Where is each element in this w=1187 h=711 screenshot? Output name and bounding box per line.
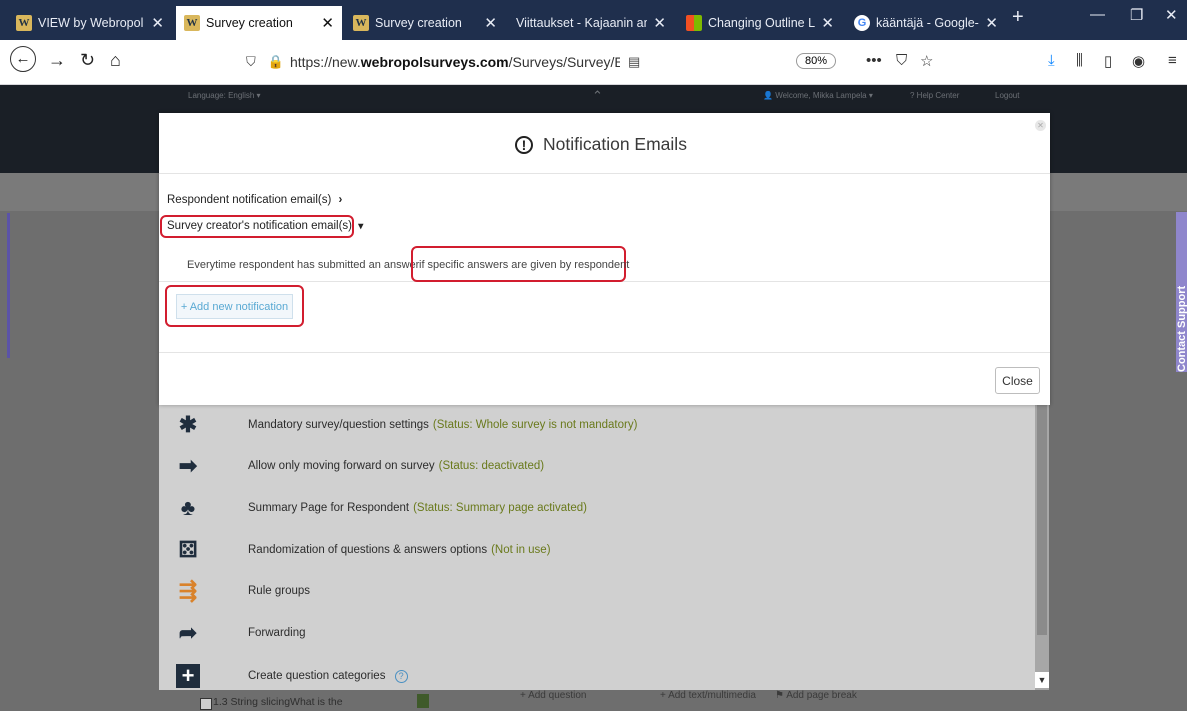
question-list-strip: 1.3 String slicingWhat is the + Add ques… bbox=[195, 690, 1035, 711]
question-title[interactable]: 1.3 String slicingWhat is the bbox=[213, 696, 343, 708]
bookmark-star-icon[interactable]: ☆ bbox=[920, 52, 933, 70]
question-type-icon bbox=[417, 694, 429, 708]
creator-notification-toggle[interactable]: Survey creator's notification email(s) ▾ bbox=[167, 220, 363, 232]
pocket-icon[interactable]: ⛉ bbox=[896, 52, 907, 69]
add-new-notification-button[interactable]: + Add new notification bbox=[176, 294, 293, 319]
reader-view-icon[interactable]: ▤ bbox=[628, 54, 640, 70]
summary-page-icon: ♣ bbox=[180, 495, 196, 520]
url-bar[interactable]: ⛉ 🔒 https://new.webropolsurveys.com/Surv… bbox=[240, 47, 840, 77]
tab-label: Survey creation bbox=[375, 16, 462, 30]
back-icon[interactable]: ← bbox=[10, 46, 36, 72]
webropol-icon: W bbox=[353, 15, 369, 31]
setting-label: Randomization of questions & answers opt… bbox=[248, 544, 551, 556]
add-text-media-link[interactable]: + Add text/multimedia bbox=[660, 690, 756, 701]
webropol-icon: W bbox=[184, 15, 200, 31]
modal-title: ! Notification Emails bbox=[515, 134, 687, 155]
tab-label: Viittaukset - Kajaanin amm bbox=[516, 16, 647, 30]
browser-tab[interactable]: G kääntäjä - Google-hak ✕ bbox=[846, 6, 1006, 40]
logout-link[interactable]: Logout bbox=[995, 91, 1019, 100]
close-icon[interactable]: ✕ bbox=[151, 14, 164, 32]
modal-close-icon[interactable]: ✕ bbox=[1035, 120, 1046, 131]
new-tab-icon[interactable]: + bbox=[1012, 6, 1024, 29]
help-icon[interactable]: ? bbox=[394, 669, 408, 683]
browser-tab-bar: W VIEW by Webropol - J ✕ W Survey creati… bbox=[0, 0, 1187, 40]
close-icon[interactable]: ✕ bbox=[484, 14, 497, 32]
setting-forward-only[interactable]: ➡ Allow only moving forward on survey (St… bbox=[159, 451, 544, 481]
exclamation-circle-icon: ! bbox=[515, 135, 533, 154]
language-selector[interactable]: Language: English ▾ bbox=[188, 91, 261, 100]
question-checkbox[interactable] bbox=[200, 698, 212, 710]
library-icon[interactable]: ⫼ bbox=[1076, 52, 1083, 69]
setting-label: Forwarding bbox=[248, 627, 306, 639]
setting-label: Mandatory survey/question settings (Statu… bbox=[248, 419, 638, 431]
browser-tab[interactable]: W Survey creation ✕ bbox=[345, 6, 505, 40]
close-icon[interactable]: ✕ bbox=[653, 14, 666, 32]
setting-randomization[interactable]: ⚄ Randomization of questions & answers o… bbox=[159, 535, 551, 565]
webropol-icon: W bbox=[16, 15, 32, 31]
close-icon[interactable]: ✕ bbox=[821, 14, 834, 32]
setting-label: Create question categories ? bbox=[248, 669, 408, 683]
contact-support-tab[interactable]: Contact Support bbox=[1176, 212, 1187, 372]
randomize-icon: ⚄ bbox=[178, 537, 198, 562]
menu-icon[interactable]: ≡ bbox=[1168, 52, 1177, 69]
setting-summary-page[interactable]: ♣ Summary Page for Respondent (Status: Su… bbox=[159, 493, 587, 523]
chevron-right-icon: › bbox=[338, 194, 343, 206]
lock-icon: 🔒 bbox=[267, 54, 284, 69]
option-specific-answers[interactable]: if specific answers are given by respond… bbox=[419, 259, 629, 271]
more-actions-icon[interactable]: ••• bbox=[866, 52, 882, 69]
close-icon[interactable]: ✕ bbox=[985, 14, 998, 32]
minimize-icon[interactable]: — bbox=[1090, 6, 1105, 23]
download-icon[interactable]: ⤓ bbox=[1048, 52, 1055, 69]
browser-tab[interactable]: Changing Outline Leve ✕ bbox=[678, 6, 842, 40]
add-question-link[interactable]: + Add question bbox=[520, 690, 586, 701]
microsoft-icon bbox=[686, 15, 702, 31]
zoom-indicator[interactable]: 80% bbox=[796, 53, 837, 69]
setting-label: Allow only moving forward on survey (Stat… bbox=[248, 460, 545, 472]
google-icon: G bbox=[854, 15, 870, 31]
browser-tab-active[interactable]: W Survey creation ✕ bbox=[176, 6, 342, 40]
survey-settings-panel: ✱ Mandatory survey/question settings (Sta… bbox=[159, 405, 1035, 690]
reload-icon[interactable]: ↻ bbox=[80, 50, 95, 71]
tab-label: Changing Outline Leve bbox=[708, 16, 816, 30]
close-button[interactable]: Close bbox=[995, 367, 1040, 394]
scrollbar-thumb[interactable] bbox=[1037, 405, 1047, 635]
collapse-icon[interactable]: ⌃ bbox=[592, 88, 603, 104]
respondent-notification-toggle[interactable]: Respondent notification email(s) › bbox=[167, 194, 342, 206]
add-page-break-link[interactable]: ⚑ Add page break bbox=[775, 690, 857, 701]
asterisk-icon: ✱ bbox=[178, 412, 198, 437]
browser-tab[interactable]: W VIEW by Webropol - J ✕ bbox=[8, 6, 172, 40]
url-text: https://new.webropolsurveys.com/Surveys/… bbox=[289, 54, 620, 70]
rule-groups-icon: ⇶ bbox=[178, 578, 198, 603]
sidebar-icon[interactable]: ▯ bbox=[1104, 52, 1112, 70]
window-close-icon[interactable]: ✕ bbox=[1165, 6, 1178, 24]
home-icon[interactable]: ⌂ bbox=[110, 50, 121, 71]
option-every-submission[interactable]: Everytime respondent has submitted an an… bbox=[187, 259, 419, 271]
setting-rule-groups[interactable]: ⇶ Rule groups bbox=[159, 576, 310, 606]
tab-label: Survey creation bbox=[206, 16, 293, 30]
close-icon[interactable]: ✕ bbox=[321, 14, 334, 32]
tab-label: VIEW by Webropol - J bbox=[38, 16, 145, 30]
modal-footer-divider bbox=[159, 352, 1050, 353]
arrow-right-icon: ➡ bbox=[178, 453, 198, 478]
modal-title-text: Notification Emails bbox=[543, 134, 687, 154]
setting-label: Summary Page for Respondent (Status: Summ… bbox=[248, 502, 587, 514]
browser-nav-bar: ← → ↻ ⌂ ⛉ 🔒 https://new.webropolsurveys.… bbox=[0, 40, 1187, 85]
welcome-user[interactable]: 👤 Welcome, Mikka Lampela ▾ bbox=[763, 91, 873, 100]
left-accent-bar bbox=[7, 213, 10, 358]
shield-icon: ⛉ bbox=[246, 54, 256, 69]
setting-label: Rule groups bbox=[248, 585, 311, 597]
forward-icon[interactable]: → bbox=[48, 50, 66, 71]
setting-mandatory[interactable]: ✱ Mandatory survey/question settings (Sta… bbox=[159, 410, 638, 440]
setting-forwarding[interactable]: ➦ Forwarding bbox=[159, 618, 306, 648]
chevron-down-icon: ▾ bbox=[358, 221, 364, 232]
scroll-down-icon[interactable]: ▼ bbox=[1035, 672, 1049, 688]
tab-label: kääntäjä - Google-hak bbox=[876, 16, 979, 30]
forwarding-icon: ➦ bbox=[178, 620, 198, 645]
restore-icon[interactable]: ❐ bbox=[1130, 6, 1143, 24]
setting-question-categories[interactable]: + Create question categories ? bbox=[159, 661, 408, 691]
account-icon[interactable]: ◉ bbox=[1132, 52, 1145, 70]
help-center-link[interactable]: ? Help Center bbox=[910, 91, 959, 100]
browser-tab[interactable]: Viittaukset - Kajaanin amm ✕ bbox=[508, 6, 674, 40]
plus-square-icon: + bbox=[176, 664, 200, 688]
